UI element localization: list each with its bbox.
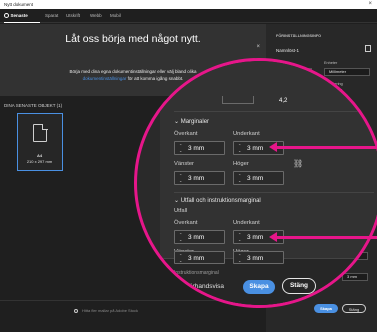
margin-left-input[interactable]: ⌃ ⌄ 3 mm <box>174 171 225 185</box>
save-preset-icon[interactable] <box>365 45 371 52</box>
stepper-icon[interactable]: ⌃ ⌄ <box>238 173 241 183</box>
title-bar: Nytt dokument × <box>0 0 377 9</box>
close-icon[interactable]: × <box>368 0 372 9</box>
recent-item-name: A4 <box>36 153 43 158</box>
margin-top-label: Överkant <box>174 131 198 137</box>
category-tabs: Senaste Sparat Utskrift Webb Mobil <box>0 9 377 23</box>
bleed-top-input[interactable]: ⌃ ⌄ 3 mm <box>174 230 225 244</box>
search-icon <box>74 309 78 313</box>
tab-print[interactable]: Utskrift <box>66 9 80 23</box>
margins-section-title: Marginaler <box>180 119 210 125</box>
stepper-icon[interactable]: ⌃ ⌄ <box>238 232 241 242</box>
bleed-left-input[interactable]: ⌃ ⌄ 3 mm <box>174 251 225 264</box>
tab-recent-label: Senaste <box>10 13 28 18</box>
slug-subheading: Instruktionsmarginal <box>174 270 219 276</box>
create-button[interactable]: Skapa <box>243 280 275 294</box>
bleed-bottom-label: Underkant <box>233 220 260 226</box>
callout-arrow-bleed <box>269 232 377 242</box>
stepper-icon[interactable]: ⌃ ⌄ <box>238 143 241 153</box>
close-button-small[interactable]: Stäng <box>342 304 366 313</box>
zoomed-footer: ⌃ ⌄ 3 mm ⌃ ⌄ 3 mm Instruktionsmarginal Förha… <box>137 251 377 305</box>
bleed-top-label: Överkant <box>174 220 198 226</box>
tab-web[interactable]: Webb <box>90 9 102 23</box>
create-button-small[interactable]: Skapa <box>314 304 338 313</box>
section-divider <box>174 111 374 112</box>
stock-search-input[interactable]: Hitta fler mallar på Adobe Stock <box>82 308 138 313</box>
presets-link[interactable]: dokumentinställningar <box>83 76 127 81</box>
window-title: Nytt dokument <box>4 2 34 7</box>
margin-right-input[interactable]: ⌃ ⌄ 3 mm <box>233 171 284 185</box>
tab-saved[interactable]: Sparat <box>45 9 58 23</box>
document-icon <box>33 123 48 142</box>
chevron-down-icon: ⌄ <box>174 119 181 125</box>
preview-label: Förhandsvisa <box>185 283 225 290</box>
stepper-icon[interactable]: ⌃ ⌄ <box>179 232 182 242</box>
stepper-icon[interactable]: ⌃ ⌄ <box>179 143 182 153</box>
margin-right-label: Höger <box>233 161 249 167</box>
close-button[interactable]: Stäng <box>282 278 316 294</box>
top-partial-value: 4,2 <box>279 98 288 104</box>
margin-left-label: Vänster <box>174 161 194 167</box>
preset-details-heading: FÖRINSTÄLLNINGSINFO <box>276 34 322 38</box>
margins-section-header[interactable]: ⌄ Marginaler <box>174 118 209 125</box>
callout-arrow-margins <box>269 142 377 152</box>
bleed-section-header[interactable]: ⌄ Utfall och instruktionsmarginal <box>174 197 261 204</box>
bleed-section-title: Utfall och instruktionsmarginal <box>180 198 261 204</box>
link-margins-icon[interactable]: ⛓ <box>293 159 303 168</box>
tab-recent[interactable]: Senaste <box>4 9 40 23</box>
document-name[interactable]: Namnlöst-1 <box>276 48 299 53</box>
margin-bottom-label: Underkant <box>233 131 260 137</box>
bleed-subheading: Utfall <box>174 208 188 214</box>
tab-mobile[interactable]: Mobil <box>110 9 121 23</box>
margin-top-input[interactable]: ⌃ ⌄ 3 mm <box>174 141 225 155</box>
top-partial-field <box>222 96 254 104</box>
new-document-dialog: Nytt dokument × Senaste Sparat Utskrift … <box>0 0 377 332</box>
recent-item-size: 210 x 297 mm <box>26 159 53 164</box>
bleed-right-input[interactable]: ⌃ ⌄ 3 mm <box>233 251 284 264</box>
recent-item-a4[interactable]: A4 210 x 297 mm <box>17 113 63 171</box>
preview-checkbox[interactable] <box>174 283 181 290</box>
clock-icon <box>4 12 9 18</box>
stepper-icon[interactable]: ⌃ ⌄ <box>179 253 182 263</box>
section-divider <box>174 192 374 193</box>
recent-items-heading: DINA SENASTE OBJEKT (1) <box>4 103 63 108</box>
welcome-title: Låt oss börja med något nytt. <box>65 33 201 45</box>
stepper-icon[interactable]: ⌃ ⌄ <box>179 173 182 183</box>
stepper-icon[interactable]: ⌃ ⌄ <box>238 253 241 263</box>
chevron-down-icon: ⌄ <box>174 198 181 204</box>
close-banner-icon[interactable]: × <box>256 44 260 50</box>
zoom-callout: 4,2 ⌄ Marginaler Överkant Underkant ⌃ ⌄ 3 … <box>134 58 377 308</box>
